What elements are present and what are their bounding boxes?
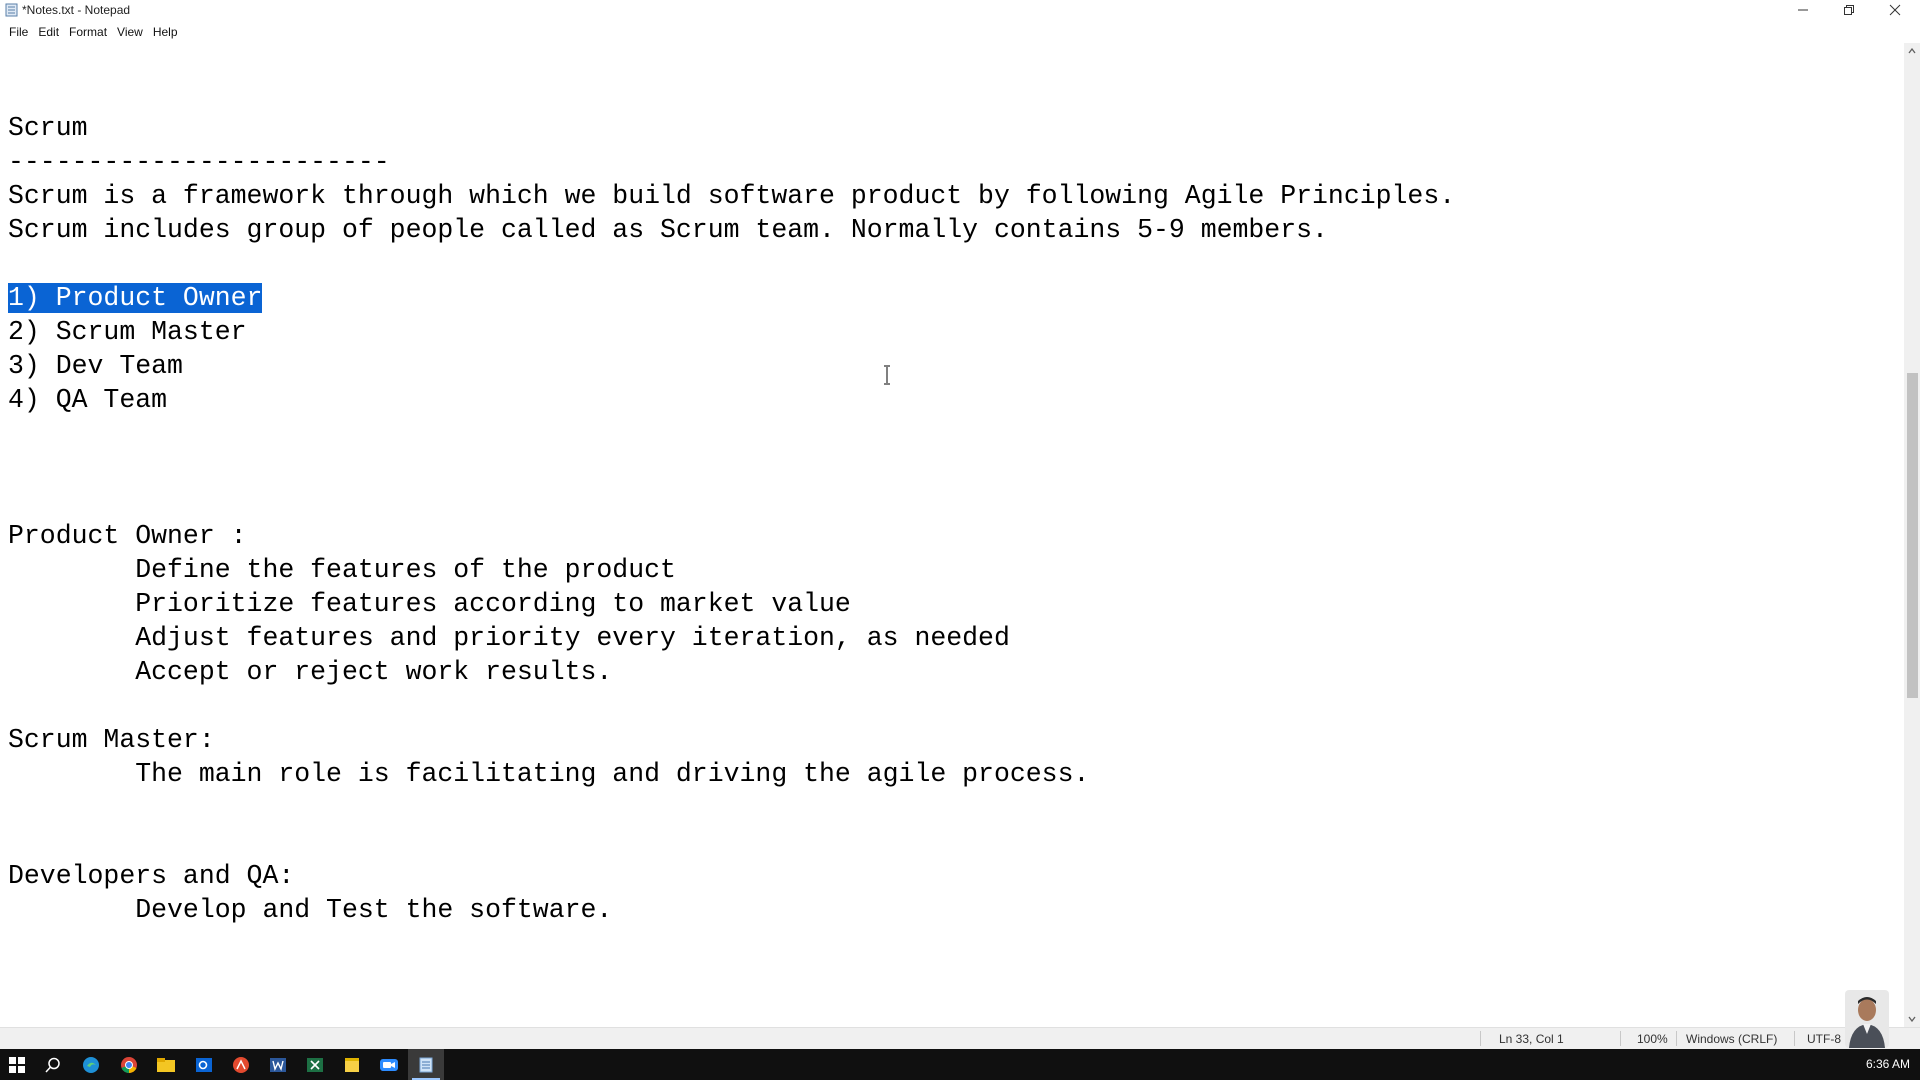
text-line[interactable] (8, 451, 1455, 485)
line-text: Scrum is a framework through which we bu… (8, 181, 1456, 211)
windows-start-icon[interactable] (6, 1054, 28, 1076)
text-line[interactable]: ------------------------ (8, 145, 1455, 179)
menu-view[interactable]: View (112, 25, 148, 39)
text-line[interactable] (8, 485, 1455, 519)
text-line[interactable]: The main role is facilitating and drivin… (8, 757, 1455, 791)
menu-file[interactable]: File (4, 25, 33, 39)
minimize-icon (1798, 9, 1808, 11)
zoom-icon[interactable] (378, 1054, 400, 1076)
text-line[interactable]: Adjust features and priority every itera… (8, 621, 1455, 655)
line-text: 3) Dev Team (8, 351, 183, 381)
line-text: ------------------------ (8, 147, 390, 177)
vertical-scrollbar[interactable] (1904, 43, 1920, 1027)
text-line[interactable] (8, 247, 1455, 281)
notepad-app-icon (5, 3, 18, 17)
text-line[interactable]: Scrum is a framework through which we bu… (8, 179, 1455, 213)
text-cursor-icon (884, 365, 890, 385)
text-line[interactable]: Scrum Master: (8, 723, 1455, 757)
text-editor[interactable]: Scrum ------------------------ Scrum is a … (0, 43, 1904, 1027)
text-line[interactable] (8, 791, 1455, 825)
text-line[interactable]: Develop and Test the software. (8, 893, 1455, 927)
document-text[interactable]: Scrum ------------------------ Scrum is a … (8, 77, 1455, 927)
restore-icon (1844, 5, 1854, 15)
taskbar: 6:36 AM (0, 1049, 1920, 1080)
text-line[interactable] (8, 77, 1455, 111)
title-bar: *Notes.txt - Notepad (0, 0, 1920, 20)
selected-text: 1) Product Owner (8, 283, 263, 313)
window-title: *Notes.txt - Notepad (22, 3, 131, 17)
line-text: Scrum includes group of people called as… (8, 215, 1328, 245)
text-line[interactable]: Scrum includes group of people called as… (8, 213, 1455, 247)
text-line[interactable]: Define the features of the product (8, 553, 1455, 587)
text-line[interactable]: 4) QA Team (8, 383, 1455, 417)
taskbar-clock: 6:36 AM (1865, 1057, 1910, 1071)
line-text: Product Owner : (8, 521, 247, 551)
line-text: Scrum Master: (8, 725, 215, 755)
text-line[interactable]: Scrum (8, 111, 1455, 145)
line-text: Adjust features and priority every itera… (8, 623, 1010, 653)
status-divider (1794, 1031, 1795, 1046)
text-line[interactable]: 2) Scrum Master (8, 315, 1455, 349)
status-divider (1676, 1031, 1677, 1046)
status-divider (1620, 1031, 1621, 1046)
text-line[interactable]: Prioritize features according to market … (8, 587, 1455, 621)
outlook-icon[interactable] (193, 1054, 215, 1076)
cursor-position: Ln 33, Col 1 (1499, 1032, 1564, 1046)
presenter-avatar (1845, 990, 1889, 1048)
file-explorer-icon[interactable] (155, 1054, 177, 1076)
scroll-down-button[interactable] (1904, 1011, 1920, 1027)
sticky-notes-icon[interactable] (341, 1054, 363, 1076)
text-line[interactable] (8, 825, 1455, 859)
line-ending: Windows (CRLF) (1686, 1032, 1778, 1046)
edge-icon[interactable] (80, 1054, 102, 1076)
menu-edit[interactable]: Edit (33, 25, 64, 39)
line-text: Define the features of the product (8, 555, 676, 585)
line-text: Scrum (8, 113, 88, 143)
line-text: 4) QA Team (8, 385, 168, 415)
minimize-button[interactable] (1780, 0, 1826, 20)
text-line[interactable]: 3) Dev Team (8, 349, 1455, 383)
menu-help[interactable]: Help (148, 25, 183, 39)
chrome-icon[interactable] (118, 1054, 140, 1076)
line-text: The main role is facilitating and drivin… (8, 759, 1090, 789)
text-line[interactable]: Accept or reject work results. (8, 655, 1455, 689)
zoom-level: 100% (1637, 1032, 1668, 1046)
line-text: 2) Scrum Master (8, 317, 247, 347)
text-line[interactable]: Product Owner : (8, 519, 1455, 553)
chevron-down-icon (1908, 1016, 1916, 1022)
line-text: Developers and QA: (8, 861, 295, 891)
text-line[interactable] (8, 417, 1455, 451)
search-icon[interactable] (42, 1054, 64, 1076)
close-button[interactable] (1872, 0, 1918, 20)
text-line[interactable] (8, 689, 1455, 723)
text-line[interactable]: 1) Product Owner (8, 281, 1455, 315)
status-divider (1480, 1031, 1481, 1046)
close-icon (1889, 4, 1901, 16)
line-text: Accept or reject work results. (8, 657, 613, 687)
scroll-up-button[interactable] (1904, 43, 1920, 59)
menu-format[interactable]: Format (64, 25, 112, 39)
line-text: Prioritize features according to market … (8, 589, 851, 619)
line-text: Develop and Test the software. (8, 895, 613, 925)
text-line[interactable]: Developers and QA: (8, 859, 1455, 893)
menu-bar: File Edit Format View Help (0, 22, 183, 42)
restore-button[interactable] (1826, 0, 1872, 20)
word-icon[interactable] (267, 1054, 289, 1076)
status-bar: Ln 33, Col 1 100% Windows (CRLF) UTF-8 (0, 1027, 1920, 1049)
encoding: UTF-8 (1807, 1032, 1841, 1046)
chevron-up-icon (1908, 48, 1916, 54)
scrollbar-thumb[interactable] (1907, 373, 1918, 698)
acrobat-icon[interactable] (230, 1054, 252, 1076)
notepad-icon[interactable] (408, 1049, 444, 1080)
excel-icon[interactable] (304, 1054, 326, 1076)
